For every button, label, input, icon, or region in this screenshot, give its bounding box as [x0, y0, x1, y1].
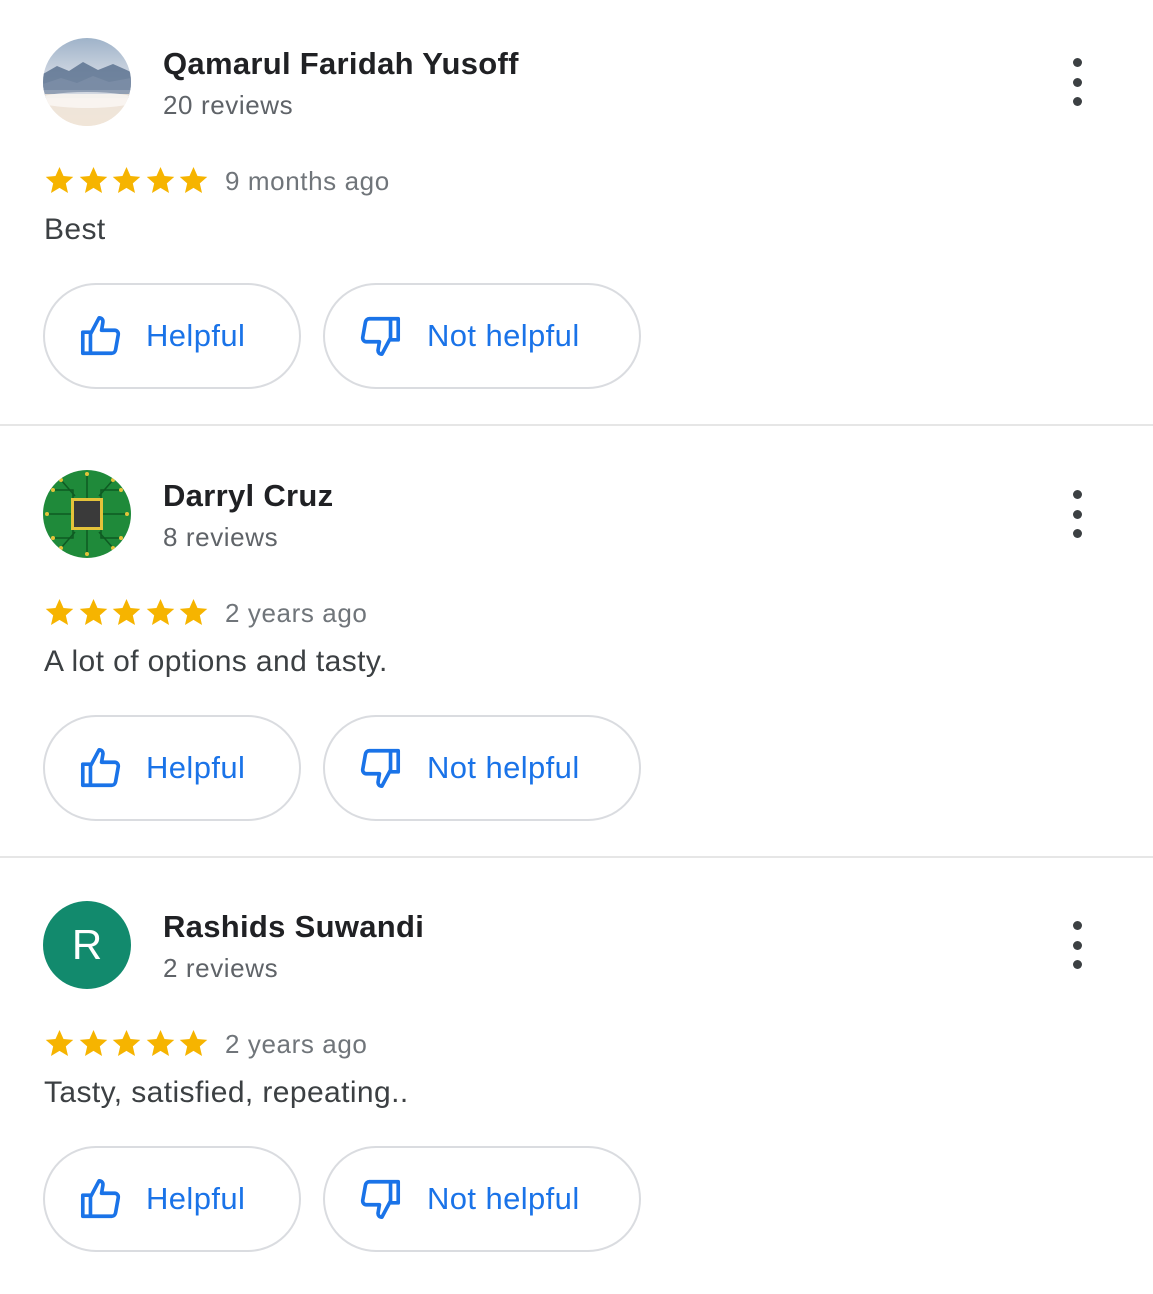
star-icon	[45, 167, 74, 194]
avatar[interactable]: R	[43, 901, 131, 989]
more-vert-icon[interactable]	[1057, 921, 1097, 969]
star-icon	[45, 1030, 74, 1057]
star-rating	[43, 596, 211, 629]
not-helpful-button[interactable]: Not helpful	[323, 283, 641, 389]
review-text: Tasty, satisfied, repeating..	[44, 1076, 409, 1109]
not-helpful-label: Not helpful	[427, 318, 580, 353]
review-card: Qamarul Faridah Yusoff 20 reviews 9 mont…	[0, 0, 1153, 431]
helpful-button[interactable]: Helpful	[43, 1146, 301, 1252]
helpful-label: Helpful	[146, 1181, 246, 1216]
star-icon	[146, 1030, 174, 1057]
star-rating	[43, 1027, 211, 1060]
not-helpful-label: Not helpful	[427, 1181, 580, 1216]
review-time: 2 years ago	[225, 598, 368, 628]
not-helpful-button[interactable]: Not helpful	[323, 715, 641, 821]
not-helpful-button[interactable]: Not helpful	[323, 1146, 641, 1252]
avatar-letter: R	[43, 901, 131, 989]
review-text: A lot of options and tasty.	[44, 645, 388, 678]
star-rating	[43, 164, 211, 197]
star-icon	[79, 167, 107, 194]
helpful-button[interactable]: Helpful	[43, 715, 301, 821]
star-icon	[79, 599, 107, 626]
divider	[0, 856, 1153, 858]
review-count: 20 reviews	[163, 90, 294, 120]
star-icon	[146, 167, 174, 194]
thumb-up-icon	[80, 1178, 121, 1219]
avatar[interactable]	[43, 470, 131, 558]
reviewer-name[interactable]: Darryl Cruz	[163, 478, 333, 514]
helpful-label: Helpful	[146, 318, 246, 353]
star-icon	[179, 599, 208, 626]
review-card: R Rashids Suwandi 2 reviews 2 years ago …	[0, 863, 1153, 1294]
reviewer-name[interactable]: Qamarul Faridah Yusoff	[163, 46, 519, 82]
more-vert-icon[interactable]	[1057, 58, 1097, 106]
review-time: 9 months ago	[225, 166, 390, 196]
review-text: Best	[44, 213, 106, 246]
review-count: 8 reviews	[163, 522, 279, 552]
star-icon	[112, 1030, 141, 1057]
helpful-button[interactable]: Helpful	[43, 283, 301, 389]
star-icon	[112, 167, 141, 194]
thumb-up-icon	[80, 315, 121, 356]
avatar[interactable]	[43, 38, 131, 126]
review-count: 2 reviews	[163, 953, 279, 983]
reviewer-name[interactable]: Rashids Suwandi	[163, 909, 424, 945]
review-card: Darryl Cruz 8 reviews 2 years ago A lot …	[0, 432, 1153, 863]
thumb-down-icon	[360, 316, 401, 357]
divider	[0, 424, 1153, 426]
helpful-label: Helpful	[146, 750, 246, 785]
review-time: 2 years ago	[225, 1029, 368, 1059]
star-icon	[79, 1030, 107, 1057]
thumb-down-icon	[360, 748, 401, 789]
more-vert-icon[interactable]	[1057, 490, 1097, 538]
thumb-up-icon	[80, 747, 121, 788]
star-icon	[179, 167, 208, 194]
not-helpful-label: Not helpful	[427, 750, 580, 785]
star-icon	[146, 599, 174, 626]
thumb-down-icon	[360, 1179, 401, 1220]
star-icon	[45, 599, 74, 626]
star-icon	[179, 1030, 208, 1057]
star-icon	[112, 599, 141, 626]
